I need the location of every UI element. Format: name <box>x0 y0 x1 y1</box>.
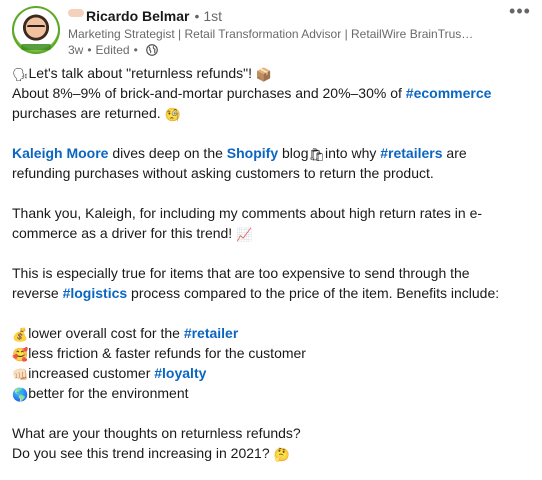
text-segment: commerce as a driver for this trend! <box>12 225 237 241</box>
avatar-ring <box>21 44 51 50</box>
shopping-bags-icon: 🛍 <box>308 147 325 162</box>
text-segment: lower overall cost for the <box>28 325 184 341</box>
text-segment: About 8%–9% of brick-and-mortar purchase… <box>12 85 406 101</box>
text-segment: process compared to the price of the ite… <box>127 285 500 301</box>
post-header: Ricardo Belmar 1st Marketing Strategist … <box>12 2 530 58</box>
text-segment: are <box>442 145 467 161</box>
text-segment: purchases are returned. <box>12 105 165 121</box>
text-segment: less friction & faster refunds for the c… <box>28 345 306 361</box>
post-line: This is especially true for items that a… <box>12 265 470 281</box>
connection-degree: 1st <box>194 6 222 26</box>
hashtag-ecommerce[interactable]: #ecommerce <box>406 85 492 101</box>
post-line: Thank you, Kaleigh, for including my com… <box>12 205 483 221</box>
chart-increasing-icon: 📈 <box>236 227 253 242</box>
money-bag-icon: 💰 <box>12 327 29 342</box>
name-row: Ricardo Belmar 1st <box>68 6 490 26</box>
benefit-item: 🌎better for the environment <box>12 383 532 403</box>
benefit-item: 🥰less friction & faster refunds for the … <box>12 343 532 363</box>
text-segment: dives deep on the <box>108 145 227 161</box>
post-body: 🗣Let's talk about "returnless refunds"! … <box>12 63 532 463</box>
post-line: 🗣Let's talk about "returnless refunds"! … <box>12 63 532 83</box>
text-segment: reverse <box>12 285 63 301</box>
edited-label: Edited <box>95 43 130 57</box>
time-separator: • <box>87 43 92 57</box>
post-line: reverse #logistics process compared to t… <box>12 283 532 303</box>
mention-shopify[interactable]: Shopify <box>227 145 278 161</box>
author-name[interactable]: Ricardo Belmar <box>86 6 189 26</box>
post-line: Do you see this trend increasing in 2021… <box>12 443 532 463</box>
text-segment: increased customer <box>28 365 155 381</box>
post-line: purchases are returned. 🧐 <box>12 103 532 123</box>
hashtag-logistics[interactable]: #logistics <box>63 285 128 301</box>
smiling-hearts-icon: 🥰 <box>12 347 29 362</box>
text-segment: blog <box>278 145 309 161</box>
post-line: About 8%–9% of brick-and-mortar purchase… <box>12 83 532 103</box>
avatar-glasses <box>27 25 45 32</box>
author-avatar[interactable] <box>12 6 60 54</box>
speaking-head-icon: 🗣 <box>12 67 29 82</box>
hashtag-retailers[interactable]: #retailers <box>380 145 442 161</box>
name-emoji-icon <box>68 9 84 17</box>
hashtag-retailer[interactable]: #retailer <box>184 325 238 341</box>
monocle-face-icon: 🧐 <box>164 107 181 122</box>
fist-bump-icon: 👊🏻 <box>12 367 29 382</box>
post-line: commerce as a driver for this trend! 📈 <box>12 223 532 243</box>
package-icon: 📦 <box>255 67 273 82</box>
globe-icon <box>145 44 158 56</box>
hashtag-loyalty[interactable]: #loyalty <box>154 365 206 381</box>
text-segment: Do you see this trend increasing in 2021… <box>12 445 274 461</box>
more-options-icon[interactable]: ••• <box>506 2 534 24</box>
benefit-item: 💰lower overall cost for the #retailer <box>12 323 532 343</box>
post-time: 3w <box>68 43 84 57</box>
post-line: Kaleigh Moore dives deep on the Shopify … <box>12 143 532 163</box>
time-separator: • <box>133 43 138 57</box>
feed-post: Ricardo Belmar 1st Marketing Strategist … <box>0 0 542 480</box>
post-line: refunding purchases without asking custo… <box>12 165 434 181</box>
post-line: What are your thoughts on returnless ref… <box>12 425 301 441</box>
text-segment: Let's talk about "returnless refunds"! <box>28 65 256 81</box>
author-headline: Marketing Strategist | Retail Transforma… <box>68 27 474 41</box>
post-timestamp-row: 3w • Edited • <box>68 42 490 58</box>
text-segment: into why <box>325 145 381 161</box>
globe-americas-icon: 🌎 <box>12 387 29 402</box>
benefit-item: 👊🏻increased customer #loyalty <box>12 363 532 383</box>
mention-kaleigh-moore[interactable]: Kaleigh Moore <box>12 145 108 161</box>
author-meta: Ricardo Belmar 1st Marketing Strategist … <box>68 6 490 58</box>
thinking-face-icon: 🤔 <box>273 447 290 462</box>
text-segment: better for the environment <box>28 385 189 401</box>
